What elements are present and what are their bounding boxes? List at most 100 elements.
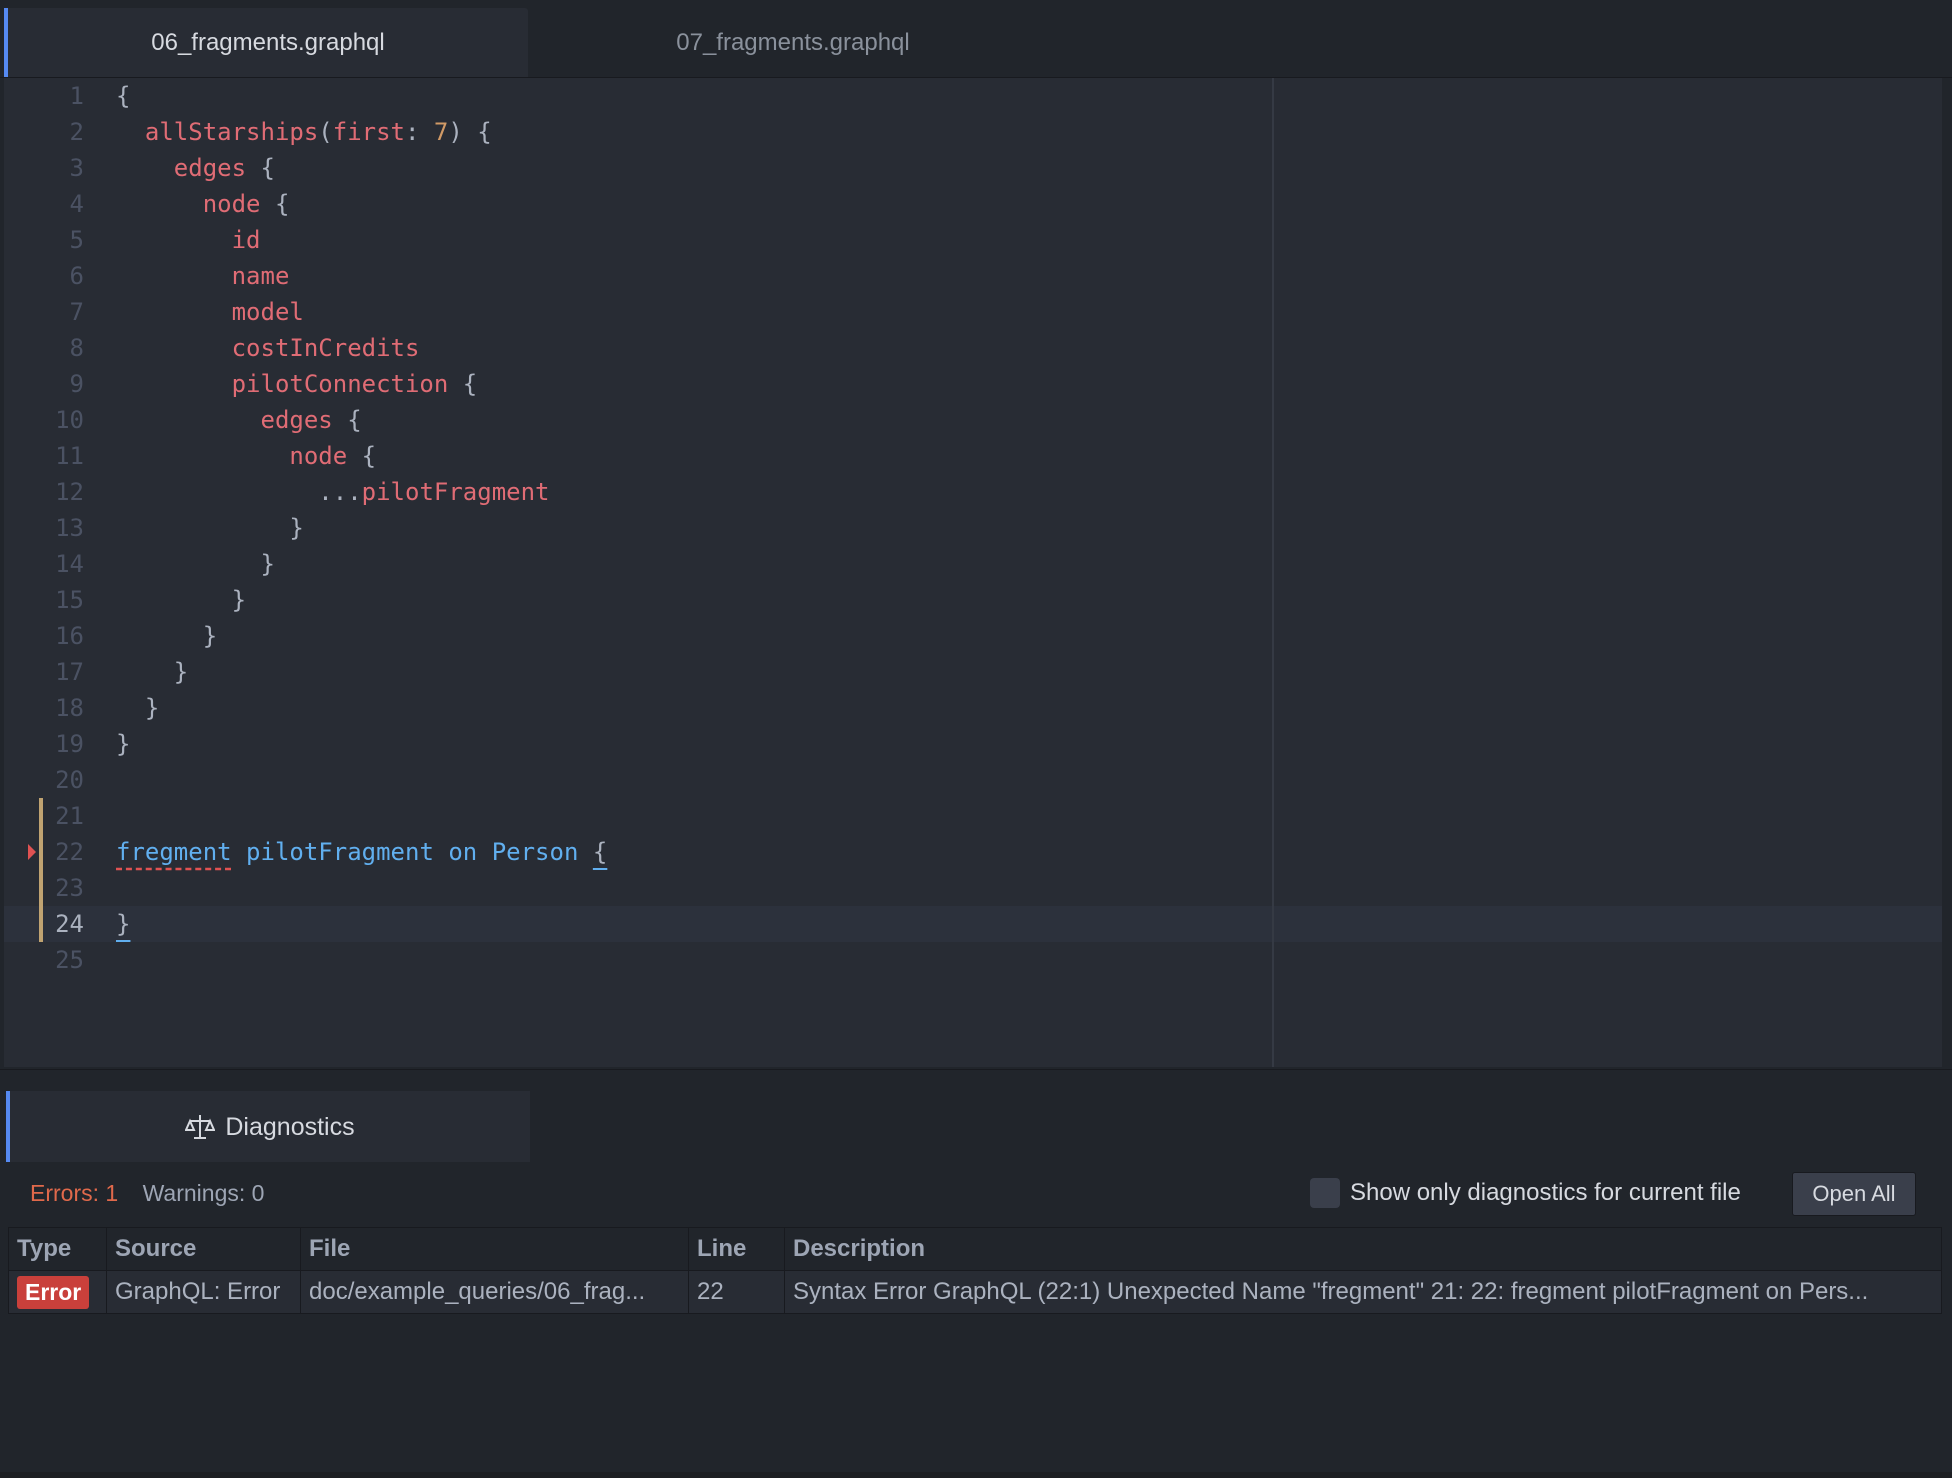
diagnostics-table: Type Source File Line Description Error …: [8, 1227, 1942, 1314]
code-line: 2 allStarships(first: 7) {: [4, 114, 1942, 150]
line-number: 4: [69, 190, 84, 218]
line-number: 19: [55, 730, 84, 758]
line-number: 9: [69, 370, 84, 398]
scale-icon: [185, 1115, 216, 1139]
code-text: node {: [202, 190, 290, 218]
open-all-button[interactable]: Open All: [1792, 1172, 1916, 1216]
code-line: 18 }: [4, 690, 1942, 726]
line-number: 21: [55, 802, 84, 830]
bracket-match: {: [592, 838, 608, 866]
column-header-description[interactable]: Description: [784, 1227, 1942, 1271]
editor-tab-bar: 06_fragments.graphql 07_fragments.graphq…: [0, 0, 1952, 78]
line-number: 25: [55, 946, 84, 974]
line-number: 8: [69, 334, 84, 362]
column-header-file[interactable]: File: [300, 1227, 689, 1271]
tab-label: 07_fragments.graphql: [676, 28, 910, 56]
tab-07-fragments[interactable]: 07_fragments.graphql: [532, 8, 1054, 77]
code-text: node {: [289, 442, 377, 470]
code-line: 14 }: [4, 546, 1942, 582]
column-header-type[interactable]: Type: [8, 1227, 107, 1271]
code-text: }: [116, 730, 131, 758]
code-text: }: [173, 658, 189, 686]
code-line: 4 node {: [4, 186, 1942, 222]
line-number: 22: [55, 838, 84, 866]
warning-count: Warnings: 0: [142, 1180, 265, 1206]
line-number: 12: [55, 478, 84, 506]
code-text: model: [231, 298, 304, 326]
code-text: id: [231, 226, 261, 254]
code-text: ...pilotFragment: [318, 478, 550, 506]
code-line: 10 edges {: [4, 402, 1942, 438]
code-text: }: [260, 550, 275, 578]
code-line: 25: [4, 942, 1942, 978]
code-text: edges {: [173, 154, 275, 182]
panel-tab-bar: Diagnostics: [0, 1069, 1952, 1163]
panel-tab-label: Diagnostics: [225, 1112, 355, 1141]
code-text: }: [231, 586, 247, 614]
column-header-source[interactable]: Source: [106, 1227, 301, 1271]
bottom-border: [0, 1472, 1952, 1478]
cell-file[interactable]: doc/example_queries/06_frag...: [300, 1270, 689, 1314]
line-number: 11: [55, 442, 84, 470]
open-all-label: Open All: [1812, 1181, 1896, 1206]
line-number: 24: [55, 910, 84, 938]
code-line: 8 costInCredits: [4, 330, 1942, 366]
line-number: 16: [55, 622, 84, 650]
code-text: }: [202, 622, 218, 650]
line-number: 1: [69, 82, 84, 110]
current-file-filter[interactable]: Show only diagnostics for current file: [1310, 1178, 1741, 1208]
code-text: name: [231, 262, 290, 290]
column-header-line[interactable]: Line: [688, 1227, 785, 1271]
code-line: 12 ...pilotFragment: [4, 474, 1942, 510]
code-line: 6 name: [4, 258, 1942, 294]
line-number: 6: [69, 262, 84, 290]
code-text: }: [116, 906, 130, 942]
table-row[interactable]: Error GraphQL: Error doc/example_queries…: [8, 1270, 1942, 1314]
code-editor[interactable]: 1 { 2 allStarships(first: 7) { 3 edges {…: [4, 78, 1942, 1067]
cell-source: GraphQL: Error: [106, 1270, 301, 1314]
diagnostics-summary: Errors: 1 Warnings: 0: [30, 1180, 264, 1207]
code-line: 11 node {: [4, 438, 1942, 474]
cell-description: Syntax Error GraphQL (22:1) Unexpected N…: [784, 1270, 1942, 1314]
code-line: 17 }: [4, 654, 1942, 690]
line-number: 5: [69, 226, 84, 254]
line-number: 23: [55, 874, 84, 902]
current-file-checkbox[interactable]: [1310, 1178, 1340, 1208]
code-line: 23: [4, 870, 1942, 906]
code-line: 20: [4, 762, 1942, 798]
code-text: }: [144, 694, 160, 722]
line-number: 3: [69, 154, 84, 182]
line-number: 2: [69, 118, 84, 146]
code-text: costInCredits: [231, 334, 420, 362]
code-line: 21: [4, 798, 1942, 834]
line-number: 7: [69, 298, 84, 326]
table-header-row: Type Source File Line Description: [8, 1227, 1942, 1271]
line-number: 15: [55, 586, 84, 614]
code-line-current: 24 }: [4, 906, 1942, 942]
line-number: 14: [55, 550, 84, 578]
error-squiggle: fregment: [116, 838, 232, 866]
cell-type: Error: [8, 1270, 107, 1314]
code-line: 19 }: [4, 726, 1942, 762]
code-text: edges {: [260, 406, 362, 434]
code-line: 9 pilotConnection {: [4, 366, 1942, 402]
error-count: Errors: 1: [30, 1180, 119, 1206]
tab-label: 06_fragments.graphql: [151, 28, 385, 56]
filter-label: Show only diagnostics for current file: [1350, 1179, 1741, 1206]
code-text: }: [289, 514, 304, 542]
tab-06-fragments[interactable]: 06_fragments.graphql: [4, 8, 528, 77]
code-text: {: [116, 82, 131, 110]
code-text: fregment pilotFragment on Person {: [116, 838, 608, 866]
line-number: 18: [55, 694, 84, 722]
code-line: 7 model: [4, 294, 1942, 330]
code-text: allStarships(first: 7) {: [144, 118, 492, 146]
line-number: 17: [55, 658, 84, 686]
line-number: 10: [55, 406, 84, 434]
bracket-match: }: [116, 910, 131, 938]
code-line: 1 {: [4, 78, 1942, 114]
tab-diagnostics[interactable]: Diagnostics: [6, 1091, 530, 1163]
code-line: 16 }: [4, 618, 1942, 654]
code-line: 22 fregment pilotFragment on Person {: [4, 834, 1942, 870]
cell-line: 22: [688, 1270, 785, 1314]
error-badge: Error: [17, 1275, 90, 1309]
